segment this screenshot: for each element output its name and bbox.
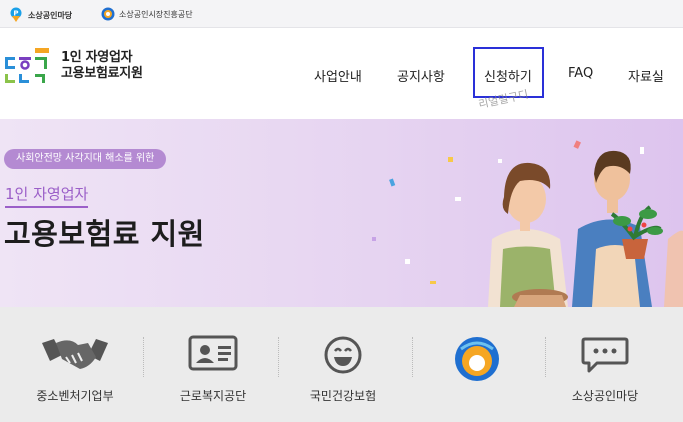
quick-link-label: 중소벤처기업부 bbox=[36, 389, 114, 403]
third-person-figure bbox=[664, 230, 683, 307]
page: P 소상공인마당 소상공인시장진흥공단 1인 자영업자 고용보험료지원 사업안내… bbox=[0, 0, 683, 422]
confetti bbox=[448, 157, 453, 162]
sosanggong-link-label: 소상공인마당 bbox=[28, 10, 73, 20]
confetti bbox=[405, 259, 410, 264]
quick-link-label: 국민건강보험 bbox=[309, 389, 377, 403]
hero-banner: 사회안전망 사각지대 해소를 위한 1인 자영업자 고용보험료 지원 bbox=[0, 119, 683, 307]
site-logo[interactable]: 1인 자영업자 고용보험료지원 bbox=[3, 47, 143, 85]
confetti bbox=[430, 281, 436, 284]
nav-notices[interactable]: 공지사항 bbox=[397, 66, 445, 85]
quick-link-nhis[interactable]: 국민건강보험 bbox=[278, 307, 408, 422]
man-figure bbox=[572, 150, 663, 307]
logo-line-1: 1인 자영업자 bbox=[61, 50, 133, 65]
agency-link[interactable]: 소상공인시장진흥공단 bbox=[101, 7, 193, 21]
quick-link-semas[interactable] bbox=[412, 307, 542, 422]
quick-link-label: 소상공인마당 bbox=[571, 389, 639, 403]
quick-link-label: 근로복지공단 bbox=[179, 389, 247, 403]
separator bbox=[143, 337, 144, 377]
confetti bbox=[389, 178, 396, 187]
logo-line-2: 고용보험료지원 bbox=[61, 66, 143, 81]
id-card-icon bbox=[188, 335, 238, 375]
smile-icon bbox=[323, 335, 363, 379]
logo-mark-icon bbox=[5, 48, 49, 83]
agency-link-label: 소상공인시장진흥공단 bbox=[119, 9, 193, 19]
sosanggong-link[interactable]: P 소상공인마당 bbox=[8, 7, 72, 23]
handshake-icon bbox=[40, 335, 110, 375]
agency-logo-icon bbox=[101, 7, 115, 21]
quick-link-kcomwel[interactable]: 근로복지공단 bbox=[148, 307, 278, 422]
confetti bbox=[455, 197, 461, 201]
svg-text:P: P bbox=[13, 10, 18, 18]
nav-resources[interactable]: 자료실 bbox=[628, 66, 664, 85]
quick-links-bar: 중소벤처기업부 근로복지공단 국민건강보험 소상공인마당 bbox=[0, 307, 683, 422]
woman-figure bbox=[488, 162, 568, 307]
nav-faq[interactable]: FAQ bbox=[568, 66, 593, 81]
top-utility-bar: P 소상공인마당 소상공인시장진흥공단 bbox=[0, 0, 683, 28]
confetti bbox=[573, 140, 581, 149]
chat-bubble-icon bbox=[581, 335, 629, 379]
nav-business-info[interactable]: 사업안내 bbox=[314, 66, 362, 85]
agency-logo-icon bbox=[453, 335, 501, 387]
p-marker-icon: P bbox=[10, 7, 22, 22]
quick-link-mss[interactable]: 중소벤처기업부 bbox=[10, 307, 140, 422]
confetti bbox=[640, 147, 644, 154]
confetti bbox=[372, 237, 376, 241]
site-header: 1인 자영업자 고용보험료지원 사업안내 공지사항 신청하기 FAQ 자료실 리… bbox=[0, 29, 683, 119]
quick-link-sbiz[interactable]: 소상공인마당 bbox=[540, 307, 670, 422]
hero-illustration bbox=[372, 140, 683, 307]
confetti bbox=[498, 159, 502, 163]
